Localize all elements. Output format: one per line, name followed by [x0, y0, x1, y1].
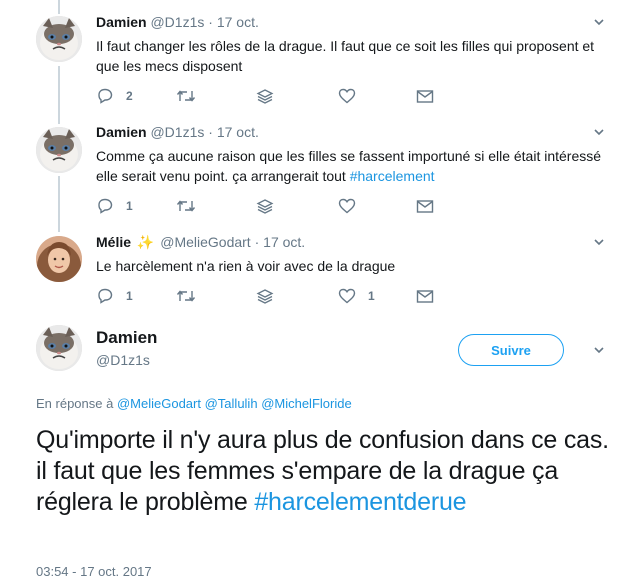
- dm-button[interactable]: [256, 86, 274, 106]
- author-handle[interactable]: @MelieGodart: [160, 234, 250, 250]
- separator: ·: [208, 14, 213, 30]
- chevron-down-icon[interactable]: [593, 16, 605, 28]
- stack-icon: [256, 199, 274, 214]
- grumpy-cat-avatar: [36, 325, 82, 371]
- avatar[interactable]: [36, 127, 82, 173]
- like-count: 1: [368, 289, 375, 303]
- tweet-body: Comme ça aucune raison que les filles se…: [96, 148, 602, 184]
- tweet-date[interactable]: 17 oct.: [217, 124, 259, 140]
- tweet-text: Il faut changer les rôles de la drague. …: [96, 36, 606, 76]
- tweet-text: Le harcèlement n'a rien à voir avec de l…: [96, 256, 606, 276]
- envelope-icon: [416, 290, 434, 303]
- tweet-body: Il faut changer les rôles de la drague. …: [96, 38, 595, 74]
- reply-icon: [98, 198, 113, 214]
- reply-icon: [98, 88, 113, 104]
- retweet-icon: [176, 90, 196, 102]
- mention-link[interactable]: @MelieGodart: [117, 396, 201, 411]
- thread-line: [58, 176, 60, 232]
- retweet-button[interactable]: [176, 196, 196, 216]
- tweet-header: Damien @D1z1s · 17 oct.: [96, 124, 259, 140]
- retweet-icon: [176, 200, 196, 212]
- author-handle[interactable]: @D1z1s: [150, 14, 204, 30]
- avatar[interactable]: [36, 16, 82, 62]
- chevron-down-icon[interactable]: [593, 236, 605, 248]
- like-button[interactable]: 1: [338, 286, 375, 306]
- separator: ·: [254, 234, 260, 250]
- dm-button[interactable]: [256, 196, 274, 216]
- author-name[interactable]: Mélie: [96, 234, 131, 250]
- author-handle[interactable]: @D1z1s: [150, 124, 204, 140]
- reply-prefix: En réponse à: [36, 396, 114, 411]
- reply-icon: [98, 288, 113, 304]
- reply-button[interactable]: 1: [96, 286, 133, 306]
- tweet-body: Le harcèlement n'a rien à voir avec de l…: [96, 258, 396, 274]
- like-button[interactable]: [338, 86, 368, 106]
- grumpy-cat-avatar: [36, 16, 82, 62]
- tweet-date[interactable]: 17 oct.: [263, 234, 305, 250]
- thread-line: [58, 66, 60, 124]
- envelope-icon: [416, 200, 434, 213]
- tweet-timestamp[interactable]: 03:54 - 17 oct. 2017: [36, 564, 152, 579]
- tweet-date[interactable]: 17 oct.: [217, 14, 259, 30]
- hashtag-link[interactable]: #harcelement: [350, 168, 435, 184]
- hashtag-link[interactable]: #harcelementderue: [254, 488, 466, 516]
- stack-icon: [256, 89, 274, 104]
- tweet-header: Damien @D1z1s · 17 oct.: [96, 14, 259, 30]
- reply-button[interactable]: 1: [96, 196, 133, 216]
- user-photo-avatar: [36, 236, 82, 282]
- mention-link[interactable]: @Tallulih: [205, 396, 258, 411]
- heart-icon: [338, 88, 356, 104]
- stack-icon: [256, 289, 274, 304]
- retweet-button[interactable]: [176, 86, 196, 106]
- tweet-header: Mélie ✨ @MelieGodart · 17 oct.: [96, 234, 305, 251]
- heart-icon: [338, 288, 356, 304]
- heart-icon: [338, 198, 356, 214]
- dm-button[interactable]: [256, 286, 274, 306]
- chevron-down-icon[interactable]: [593, 344, 605, 356]
- mention-link[interactable]: @MichelFloride: [261, 396, 352, 411]
- sparkles-icon: ✨: [136, 234, 155, 250]
- envelope-icon: [416, 90, 434, 103]
- share-button[interactable]: [416, 286, 434, 306]
- author-name[interactable]: Damien: [96, 124, 147, 140]
- retweet-button[interactable]: [176, 286, 196, 306]
- tweet-text: Comme ça aucune raison que les filles se…: [96, 146, 606, 186]
- follow-button[interactable]: Suivre: [458, 334, 564, 366]
- avatar[interactable]: [36, 325, 82, 371]
- author-name[interactable]: Damien: [96, 328, 157, 348]
- chevron-down-icon[interactable]: [593, 126, 605, 138]
- reply-context: En réponse à @MelieGodart @Tallulih @Mic…: [36, 396, 352, 411]
- author-name[interactable]: Damien: [96, 14, 147, 30]
- author-handle[interactable]: @D1z1s: [96, 352, 150, 368]
- reply-count: 1: [126, 289, 133, 303]
- reply-count: 2: [126, 89, 133, 103]
- thread-line: [58, 0, 60, 14]
- avatar[interactable]: [36, 236, 82, 282]
- share-button[interactable]: [416, 86, 434, 106]
- separator: ·: [208, 124, 213, 140]
- share-button[interactable]: [416, 196, 434, 216]
- reply-button[interactable]: 2: [96, 86, 133, 106]
- main-tweet-text: Qu'importe il n'y aura plus de confusion…: [36, 425, 616, 518]
- like-button[interactable]: [338, 196, 368, 216]
- reply-count: 1: [126, 199, 133, 213]
- grumpy-cat-avatar: [36, 127, 82, 173]
- retweet-icon: [176, 290, 196, 302]
